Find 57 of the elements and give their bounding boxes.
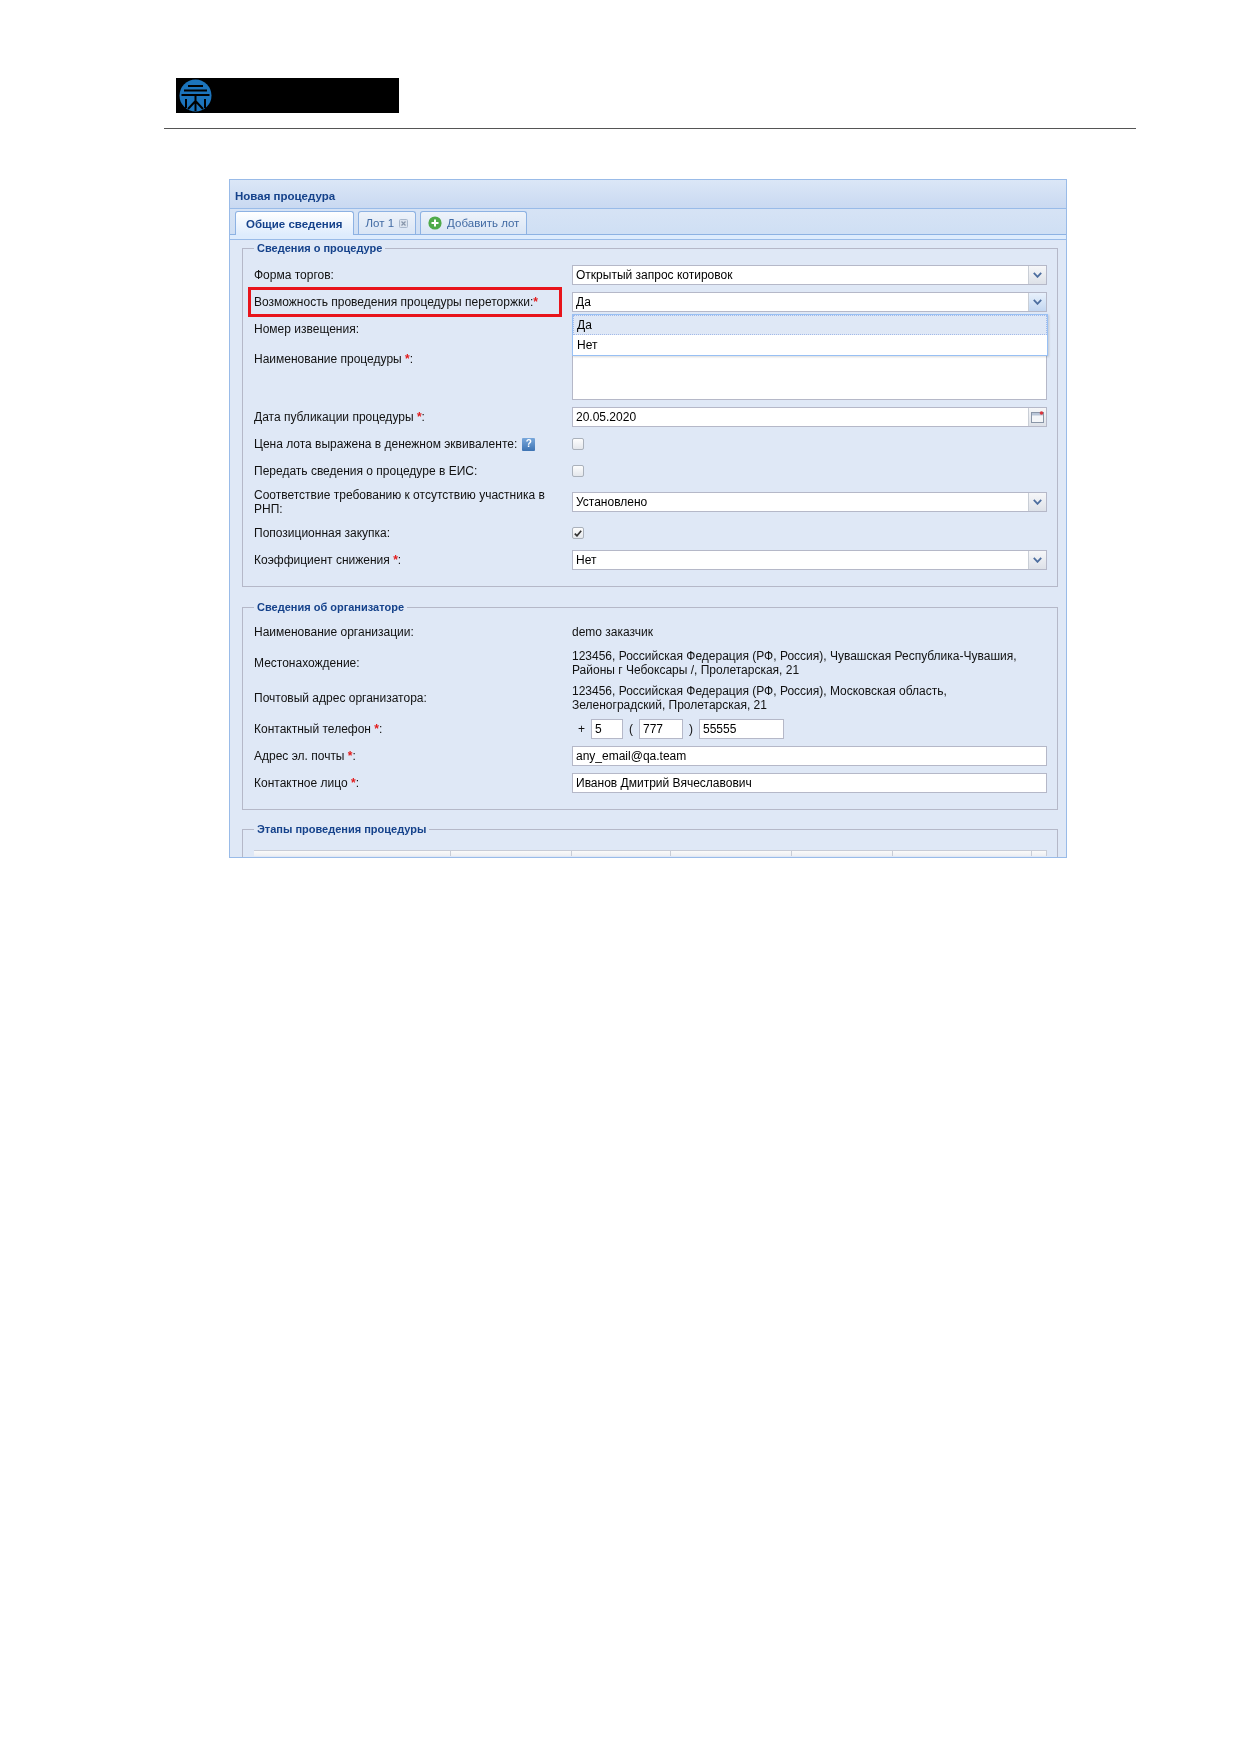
field-value: 123456, Российская Федерация (РФ, Россия), Чувашская Республика-Чувашия, Районы г Чебоксары /, Пролетарская, 21 [572,649,1018,677]
dropdown-button[interactable] [1028,266,1046,284]
chevron-down-icon [1033,272,1042,278]
select-field[interactable]: Нет [572,550,1047,570]
field-label: Наименование процедуры *: [254,352,414,366]
field-label: Контактный телефон *: [254,722,383,736]
phone-separator: ) [689,722,693,736]
dropdown-button[interactable] [1028,293,1046,311]
checkbox[interactable] [572,465,584,477]
field-value: demo заказчик [572,625,654,639]
field-label: Наименование организации: [254,625,414,639]
tab[interactable]: Добавить лот [420,211,528,234]
field-label: Почтовый адрес организатора: [254,691,427,705]
phone-separator: + [578,722,585,736]
phone-field[interactable]: 777 [639,719,683,739]
field-label: Соответствие требованию к отсутствию участника в РНП: [254,488,546,516]
checkbox[interactable] [572,438,584,450]
check-icon [574,529,582,537]
field-label: Цена лота выражена в денежном эквиваленте: [254,437,518,451]
field-label: Возможность проведения процедуры переторжки:* [254,295,538,309]
section-title: Сведения о процедуре [256,241,384,255]
tab[interactable]: Общие сведения [235,211,354,235]
field-label: Передать сведения о процедуре в ЕИС: [254,464,478,478]
calendar-icon [1031,411,1044,423]
phone-separator: ( [629,722,633,736]
close-icon[interactable] [399,218,409,228]
field-label: Попозиционная закупка: [254,526,391,540]
chevron-down-icon [1033,557,1042,563]
dropdown-button[interactable] [1028,551,1046,569]
select-field[interactable]: Да [572,292,1047,312]
dropdown-button[interactable] [1028,493,1046,511]
date-field[interactable]: 20.05.2020 [572,407,1047,427]
dropdown-option[interactable]: Нет [573,335,1047,355]
tab[interactable]: Лот 1 [357,211,417,234]
select-field[interactable]: Открытый запрос котировок [572,265,1047,285]
phone-field[interactable]: 5 [591,719,623,739]
text-field[interactable]: any_email@qa.team [572,746,1047,766]
section-title: Сведения об организаторе [256,600,405,614]
field-label: Местонахождение: [254,656,360,670]
field-value: 123456, Российская Федерация (РФ, Россия), Московская область, Зеленоградский, Пролетарская, 21 [572,684,948,712]
calendar-button[interactable] [1028,408,1046,426]
field-label: Номер извещения: [254,322,359,336]
dropdown-option[interactable]: Да [573,315,1047,335]
plus-circle-icon [428,216,443,230]
select-field[interactable]: Установлено [572,492,1047,512]
field-label: Коэффициент снижения *: [254,553,402,567]
checkbox[interactable] [572,527,584,539]
field-label: Контактное лицо *: [254,776,359,790]
panel-title: Новая процедура [235,189,336,202]
phone-field[interactable]: 55555 [699,719,784,739]
chevron-down-icon [1033,499,1042,505]
text-field[interactable]: Иванов Дмитрий Вячеславович [572,773,1047,793]
section-title: Этапы проведения процедуры [256,823,428,836]
chevron-down-icon [1033,299,1042,305]
field-label: Дата публикации процедуры *: [254,410,425,424]
field-label: Форма торгов: [254,268,334,282]
field-label: Адрес эл. почты *: [254,749,356,763]
